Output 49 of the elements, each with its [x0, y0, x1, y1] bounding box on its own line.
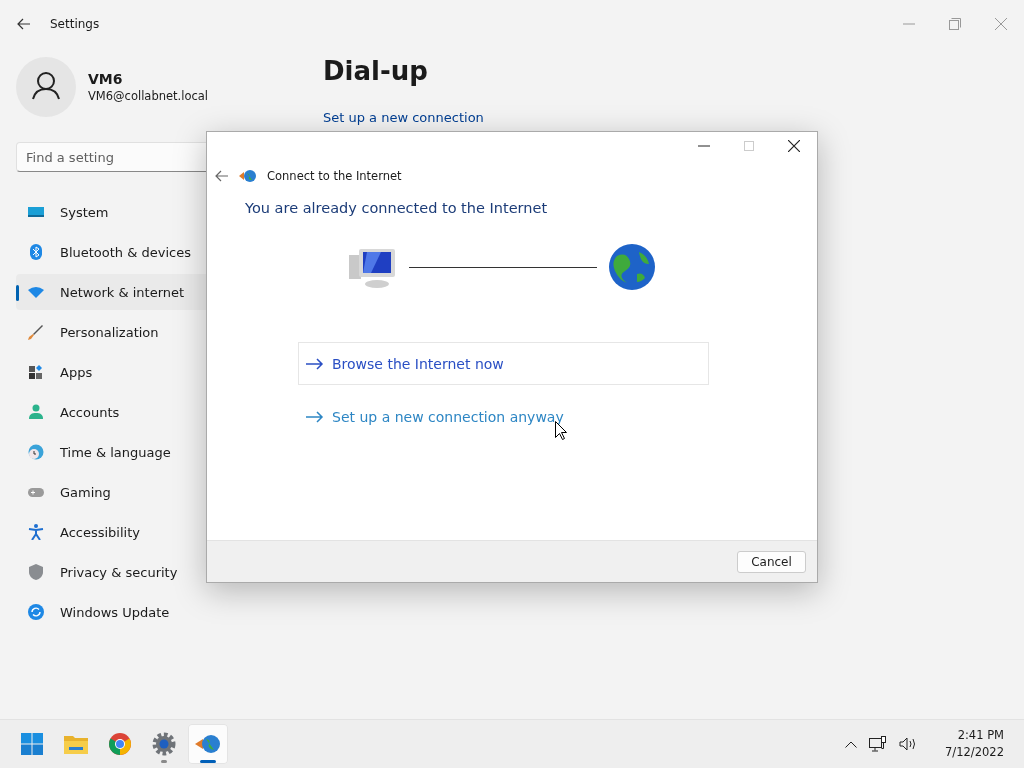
clock-icon — [28, 444, 44, 460]
window-title: Settings — [50, 17, 100, 31]
network-icon[interactable] — [869, 736, 888, 752]
person-icon — [28, 404, 44, 420]
clock[interactable]: 2:41 PM 7/12/2022 — [945, 727, 1004, 761]
maximize-icon — [744, 141, 754, 151]
taskbar-app[interactable] — [188, 724, 228, 764]
gear-icon — [152, 732, 176, 756]
globe-icon — [609, 244, 655, 290]
sidebar-item[interactable]: Privacy & security — [16, 554, 296, 590]
globe-icon — [195, 734, 221, 754]
brush-icon — [28, 324, 44, 340]
close-icon[interactable] — [788, 140, 800, 152]
sidebar-item[interactable]: Accounts — [16, 394, 296, 430]
update-icon — [28, 604, 44, 620]
sidebar-item[interactable]: Personalization — [16, 314, 296, 350]
page-title: Dial-up — [323, 56, 429, 86]
sidebar-item[interactable]: Gaming — [16, 474, 296, 510]
back-arrow-icon[interactable] — [215, 170, 229, 182]
sidebar-item[interactable]: Time & language — [16, 434, 296, 470]
chevron-up-icon[interactable] — [845, 740, 858, 748]
sidebar-item[interactable]: Apps — [16, 354, 296, 390]
back-arrow-icon[interactable] — [17, 18, 31, 30]
arrow-icon — [306, 357, 324, 370]
user-name: VM6 — [88, 71, 124, 87]
volume-icon[interactable] — [899, 737, 918, 751]
windows-start-icon — [21, 733, 43, 755]
option-link[interactable]: Set up a new connection anyway — [298, 395, 709, 438]
sidebar-item[interactable]: Bluetooth & devices — [16, 234, 296, 270]
sidebar-item[interactable]: Windows Update — [16, 594, 296, 630]
browser-icon — [109, 733, 131, 755]
folder-icon — [64, 734, 88, 754]
dialog-title: Connect to the Internet — [267, 169, 402, 183]
restore-icon[interactable] — [949, 18, 961, 30]
accessibility-icon — [28, 524, 44, 540]
globe-icon — [239, 169, 257, 183]
sidebar-item[interactable]: Accessibility — [16, 514, 296, 550]
shield-icon — [28, 564, 44, 580]
arrow-icon — [306, 410, 324, 423]
system-icon — [28, 204, 44, 220]
user-email: VM6@collabnet.local — [88, 89, 209, 103]
setup-connection-link[interactable]: Set up a new connection — [323, 110, 484, 125]
avatar-icon — [16, 57, 76, 117]
option-link[interactable]: Browse the Internet now — [298, 342, 709, 385]
bluetooth-icon — [28, 244, 44, 260]
cancel-button[interactable]: Cancel — [737, 550, 806, 573]
dialog-heading: You are already connected to the Internet — [245, 200, 549, 216]
wifi-icon — [28, 284, 44, 300]
apps-icon — [28, 364, 44, 380]
